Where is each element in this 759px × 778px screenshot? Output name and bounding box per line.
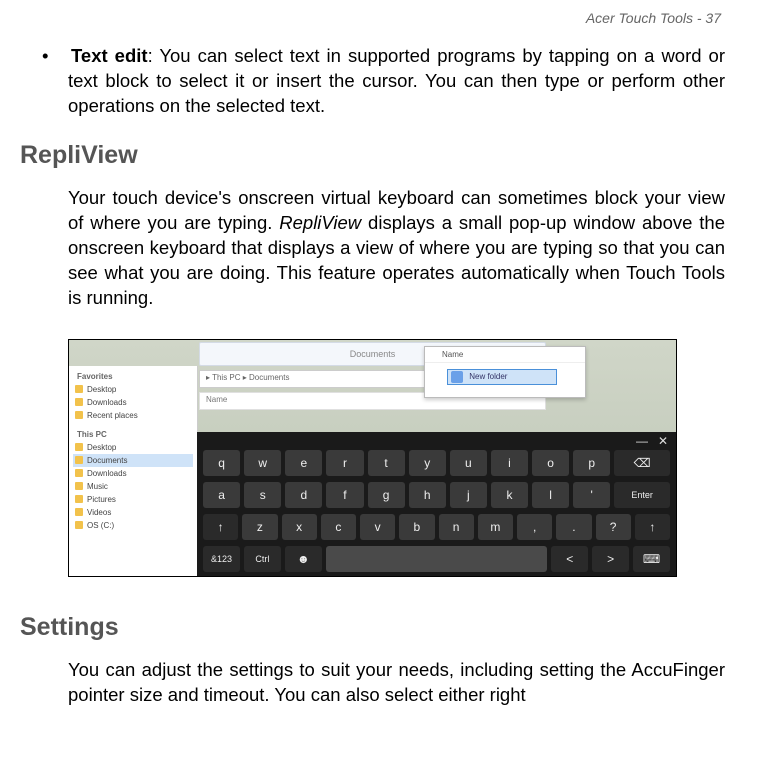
key-e[interactable]: e bbox=[285, 450, 322, 476]
sidebar-item[interactable]: Downloads bbox=[73, 467, 193, 480]
key-j[interactable]: j bbox=[450, 482, 487, 508]
key-f[interactable]: f bbox=[326, 482, 363, 508]
sidebar-pc-header: This PC bbox=[73, 428, 193, 441]
key-shift-left[interactable]: ↑ bbox=[203, 514, 238, 540]
key-i[interactable]: i bbox=[491, 450, 528, 476]
bullet-item: • Text edit: You can select text in supp… bbox=[68, 44, 725, 119]
key-x[interactable]: x bbox=[282, 514, 317, 540]
section-heading-settings: Settings bbox=[20, 613, 725, 642]
keyboard-row1: q w e r t y u i o p ⌫ bbox=[203, 450, 670, 476]
onscreen-keyboard: — ✕ q w e r t y u i o p ⌫ a bbox=[197, 432, 676, 576]
sidebar-pc-list: This PC Desktop Documents Downloads Musi… bbox=[69, 424, 197, 534]
key-n[interactable]: n bbox=[439, 514, 474, 540]
key-keyboard-switch[interactable]: ⌨ bbox=[633, 546, 670, 572]
sidebar-item[interactable]: Pictures bbox=[73, 493, 193, 506]
repliview-paragraph: Your touch device's onscreen virtual key… bbox=[68, 186, 725, 311]
key-t[interactable]: t bbox=[368, 450, 405, 476]
popup-edit-value: New folder bbox=[469, 372, 507, 381]
key-c[interactable]: c bbox=[321, 514, 356, 540]
key-u[interactable]: u bbox=[450, 450, 487, 476]
key-g[interactable]: g bbox=[368, 482, 405, 508]
settings-paragraph: You can adjust the settings to suit your… bbox=[68, 658, 725, 708]
key-h[interactable]: h bbox=[409, 482, 446, 508]
page: Acer Touch Tools - 37 • Text edit: You c… bbox=[0, 0, 759, 708]
sidebar-item-selected[interactable]: Documents bbox=[73, 454, 193, 467]
close-icon[interactable]: ✕ bbox=[658, 434, 668, 448]
keyboard-row3: ↑ z x c v b n m , . ? ↑ bbox=[203, 514, 670, 540]
key-l[interactable]: l bbox=[532, 482, 569, 508]
key-right[interactable]: > bbox=[592, 546, 629, 572]
bullet-text: : You can select text in supported progr… bbox=[68, 45, 725, 116]
key-enter[interactable]: Enter bbox=[614, 482, 670, 508]
key-z[interactable]: z bbox=[242, 514, 277, 540]
key-a[interactable]: a bbox=[203, 482, 240, 508]
sidebar-item[interactable]: Downloads bbox=[73, 396, 193, 409]
key-w[interactable]: w bbox=[244, 450, 281, 476]
keyboard-rows: q w e r t y u i o p ⌫ a s d f g bbox=[203, 450, 670, 572]
page-header: Acer Touch Tools - 37 bbox=[20, 10, 725, 26]
key-b[interactable]: b bbox=[399, 514, 434, 540]
key-apostrophe[interactable]: ' bbox=[573, 482, 610, 508]
key-left[interactable]: < bbox=[551, 546, 588, 572]
bullet-label: Text edit bbox=[71, 45, 148, 66]
key-backspace[interactable]: ⌫ bbox=[614, 450, 670, 476]
key-y[interactable]: y bbox=[409, 450, 446, 476]
sidebar-item[interactable]: Music bbox=[73, 480, 193, 493]
sidebar-item[interactable]: Videos bbox=[73, 506, 193, 519]
key-o[interactable]: o bbox=[532, 450, 569, 476]
keyboard-row4: &123 Ctrl ☻ < > ⌨ bbox=[203, 546, 670, 572]
key-symbols[interactable]: &123 bbox=[203, 546, 240, 572]
key-q[interactable]: q bbox=[203, 450, 240, 476]
repliview-popup: Name New folder bbox=[424, 346, 586, 398]
bullet-marker: • bbox=[42, 44, 64, 69]
sidebar-item[interactable]: Desktop bbox=[73, 383, 193, 396]
key-d[interactable]: d bbox=[285, 482, 322, 508]
key-p[interactable]: p bbox=[573, 450, 610, 476]
key-question[interactable]: ? bbox=[596, 514, 631, 540]
popup-header: Name bbox=[425, 347, 585, 363]
explorer-sidebar: Favorites Desktop Downloads Recent place… bbox=[69, 366, 198, 576]
key-k[interactable]: k bbox=[491, 482, 528, 508]
sidebar-item[interactable]: OS (C:) bbox=[73, 519, 193, 532]
key-space[interactable] bbox=[326, 546, 548, 572]
sidebar-item[interactable]: Recent places bbox=[73, 409, 193, 422]
sidebar-fav-header: Favorites bbox=[73, 370, 193, 383]
folder-icon bbox=[451, 371, 463, 383]
key-comma[interactable]: , bbox=[517, 514, 552, 540]
key-m[interactable]: m bbox=[478, 514, 513, 540]
minimize-icon[interactable]: — bbox=[636, 434, 648, 448]
sidebar-item[interactable]: Desktop bbox=[73, 441, 193, 454]
keyboard-row2: a s d f g h j k l ' Enter bbox=[203, 482, 670, 508]
keyboard-controls: — ✕ bbox=[636, 432, 676, 450]
section-heading-repliview: RepliView bbox=[20, 141, 725, 170]
sidebar-fav-list: Favorites Desktop Downloads Recent place… bbox=[69, 366, 197, 424]
key-r[interactable]: r bbox=[326, 450, 363, 476]
key-period[interactable]: . bbox=[556, 514, 591, 540]
popup-edit-field[interactable]: New folder bbox=[447, 369, 557, 385]
key-shift-right[interactable]: ↑ bbox=[635, 514, 670, 540]
key-emoji[interactable]: ☻ bbox=[285, 546, 322, 572]
para-italic: RepliView bbox=[279, 212, 361, 233]
key-ctrl[interactable]: Ctrl bbox=[244, 546, 281, 572]
repliview-figure: Documents ▸ This PC ▸ Documents Name Nam… bbox=[68, 339, 677, 577]
popup-header-label: Name bbox=[442, 350, 463, 359]
key-v[interactable]: v bbox=[360, 514, 395, 540]
key-s[interactable]: s bbox=[244, 482, 281, 508]
